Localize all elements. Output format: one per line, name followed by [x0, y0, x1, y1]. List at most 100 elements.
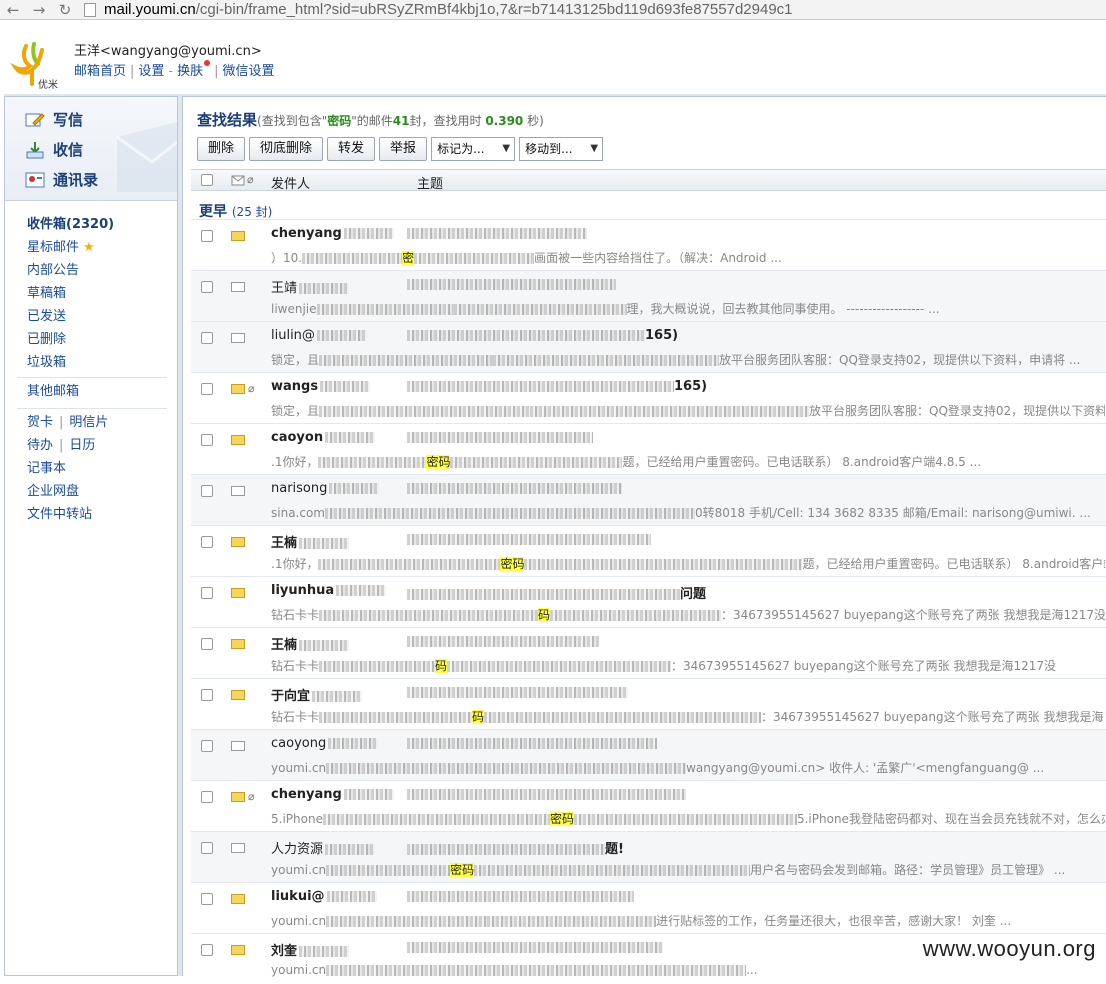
email-subject: 165) — [407, 328, 678, 343]
group-count-link[interactable]: (25 封) — [232, 205, 272, 219]
wechat-settings-link[interactable]: 微信设置 — [223, 64, 275, 79]
email-row[interactable]: liukui@ youmi.cn 进行贴标签的工作，任务量还很大，也很辛苦，感谢大家… — [191, 882, 1106, 933]
email-preview: youmi.cn 进行贴标签的工作，任务量还很大，也很辛苦，感谢大家！ 刘奎 ..… — [271, 914, 1012, 928]
forward-arrow-icon[interactable]: → — [26, 0, 52, 20]
mark-as-select[interactable]: 标记为... ▼ — [431, 137, 516, 161]
email-subject — [407, 940, 663, 955]
new-dot-icon — [204, 60, 211, 66]
envelope-unread-icon — [231, 945, 245, 955]
email-row[interactable]: 王楠 .1你好，密码题，已经给用户重置密码。已电话联系） 8.android客户端… — [191, 525, 1106, 576]
group-earlier: 更早 (25 封) — [199, 204, 273, 220]
postcard-link[interactable]: 明信片 — [69, 415, 108, 430]
email-checkbox[interactable] — [201, 434, 213, 446]
email-checkbox[interactable] — [201, 332, 213, 344]
skin-link[interactable]: 换肤 — [177, 64, 203, 79]
delete-button[interactable]: 删除 — [197, 137, 246, 161]
email-preview: 钻石卡卡码：34673955145627 buyepang这个账号充了两张 我想… — [271, 710, 1105, 724]
greeting-card-link[interactable]: 贺卡 — [27, 415, 53, 430]
email-checkbox[interactable] — [201, 383, 213, 395]
email-subject — [407, 277, 616, 292]
email-sender: narisong — [271, 481, 380, 496]
mail-status-icon — [231, 175, 245, 186]
email-subject: 问题 — [407, 583, 706, 602]
forward-button[interactable]: 转发 — [327, 137, 376, 161]
mailbox-home-link[interactable]: 邮箱首页 — [74, 64, 126, 79]
email-row[interactable]: 于向宜 钻石卡卡码：34673955145627 buyepang这个账号充了两张… — [191, 678, 1106, 729]
column-header: ⌀ 发件人 主题 — [191, 169, 1106, 192]
sender-column-header[interactable]: 发件人 — [271, 173, 310, 192]
watermark: www.wooyun.org — [922, 936, 1096, 961]
email-subject — [407, 226, 587, 241]
envelope-unread-icon — [231, 231, 245, 241]
email-checkbox[interactable] — [201, 893, 213, 905]
reload-icon[interactable]: ↻ — [52, 0, 78, 20]
email-checkbox[interactable] — [201, 587, 213, 599]
email-preview: 锁定，且放平台服务团队客服：QQ登录支持02，现提供以下资料，申请将 ... — [271, 404, 1105, 418]
compose-link[interactable]: 写信 — [25, 109, 83, 130]
calendar-link[interactable]: 日历 — [69, 438, 95, 453]
file-transfer-link[interactable]: 文件中转站 — [27, 503, 108, 526]
folder-sent[interactable]: 已发送 — [27, 305, 114, 328]
email-checkbox[interactable] — [201, 740, 213, 752]
email-checkbox[interactable] — [201, 536, 213, 548]
email-row[interactable]: liyunhua 问题 钻石卡卡码：34673955145627 buyepang这… — [191, 576, 1106, 627]
other-mailbox-link[interactable]: 其他邮箱 — [27, 380, 79, 403]
contacts-link[interactable]: 通讯录 — [25, 169, 98, 190]
subject-column-header[interactable]: 主题 — [417, 173, 443, 192]
folder-spam[interactable]: 垃圾箱 — [27, 351, 114, 374]
settings-link[interactable]: 设置 — [138, 64, 164, 79]
email-sender: liyunhua — [271, 583, 387, 598]
email-row[interactable]: 人力资源 题! youmi.cn 密码 用户名与密码会发到邮箱。路径：学员管理》员工管理… — [191, 831, 1106, 882]
envelope-unread-icon — [231, 588, 245, 598]
receive-link[interactable]: 收信 — [25, 139, 83, 160]
email-sender: 王靖 — [271, 277, 350, 296]
report-button[interactable]: 举报 — [379, 137, 428, 161]
netdisk-link[interactable]: 企业网盘 — [27, 480, 108, 503]
email-row[interactable]: 王靖 liwenjie 理，我大概说说，回去教其他同事使用。 -----------… — [191, 270, 1106, 321]
email-row[interactable]: caoyong youmi.cn wangyang@youmi.cn> 收件人: '… — [191, 729, 1106, 780]
email-preview: youmi.cn... — [271, 963, 758, 977]
tools-row-todo: 待办 | 日历 — [27, 438, 96, 453]
email-preview: .1你好，密码题，已经给用户重置密码。已电话联系） 8.android客户端4.… — [271, 557, 1105, 571]
email-checkbox[interactable] — [201, 689, 213, 701]
email-row[interactable]: narisong sina.com 0转8018 手机/Cell: 134 3682… — [191, 474, 1106, 525]
email-preview: 锁定，且放平台服务团队客服：QQ登录支持02，现提供以下资料，申请将 ... — [271, 353, 1081, 367]
email-row[interactable]: ⌀ wangs 165) 锁定，且 放平台服务团队客服：QQ登录支持02，现提供以下资料… — [191, 372, 1106, 423]
select-all-checkbox[interactable] — [201, 174, 213, 186]
email-subject — [407, 481, 622, 496]
email-row[interactable]: caoyon .1你好， 密码 题，已经给用户重置密码。已电话联系） 8.androi… — [191, 423, 1106, 474]
email-row[interactable]: 王楠 钻石卡卡码：34673955145627 buyepang这个账号充了两张 … — [191, 627, 1106, 678]
email-checkbox[interactable] — [201, 281, 213, 293]
chevron-down-icon: ▼ — [502, 143, 511, 154]
email-checkbox[interactable] — [201, 944, 213, 956]
move-to-select[interactable]: 移动到... ▼ — [519, 137, 604, 161]
envelope-open-icon — [231, 282, 245, 292]
folder-deleted[interactable]: 已删除 — [27, 328, 114, 351]
folder-inbox[interactable]: 收件箱(2320) — [27, 213, 114, 236]
email-row[interactable]: ⌀ chenyang 5.iPhone 密码 5.iPhone我登陆密码都对、现在当会员… — [191, 780, 1106, 831]
folder-starred[interactable]: 星标邮件 ★ — [27, 236, 114, 259]
email-checkbox[interactable] — [201, 791, 213, 803]
email-preview: ）10. 密画面被一些内容给挡住了。（解决：Android ... — [271, 251, 782, 265]
attachment-icon: ⌀ — [248, 382, 255, 395]
back-arrow-icon[interactable]: ← — [0, 0, 26, 20]
folder-drafts[interactable]: 草稿箱 — [27, 282, 114, 305]
email-sender: liulin@ — [271, 328, 367, 343]
folder-announcements[interactable]: 内部公告 — [27, 259, 114, 282]
envelope-unread-icon — [231, 690, 245, 700]
quick-actions: 写信 收信 通讯录 — [5, 97, 177, 201]
todo-link[interactable]: 待办 — [27, 438, 53, 453]
email-checkbox[interactable] — [201, 230, 213, 242]
search-results-panel: 查找结果(查找到包含"密码"的邮件41封，查找用时 0.390 秒) 删除 彻底… — [182, 96, 1106, 977]
purge-button[interactable]: 彻底删除 — [249, 137, 324, 161]
url-text[interactable]: mail.youmi.cn/cgi-bin/frame_html?sid=ubR… — [104, 1, 793, 18]
current-user: 王洋<wangyang@youmi.cn> — [74, 44, 262, 59]
email-checkbox[interactable] — [201, 638, 213, 650]
email-checkbox[interactable] — [201, 842, 213, 854]
notes-link[interactable]: 记事本 — [27, 457, 108, 480]
svg-text:优米: 优米 — [38, 78, 58, 90]
email-row[interactable]: chenyang ）10. 密画面被一些内容给挡住了。（解决：Android ... — [191, 219, 1106, 270]
email-checkbox[interactable] — [201, 485, 213, 497]
email-row[interactable]: liulin@ 165) 锁定，且 放平台服务团队客服：QQ登录支持02，现提供以下资… — [191, 321, 1106, 372]
email-sender: 王楠 — [271, 634, 350, 653]
